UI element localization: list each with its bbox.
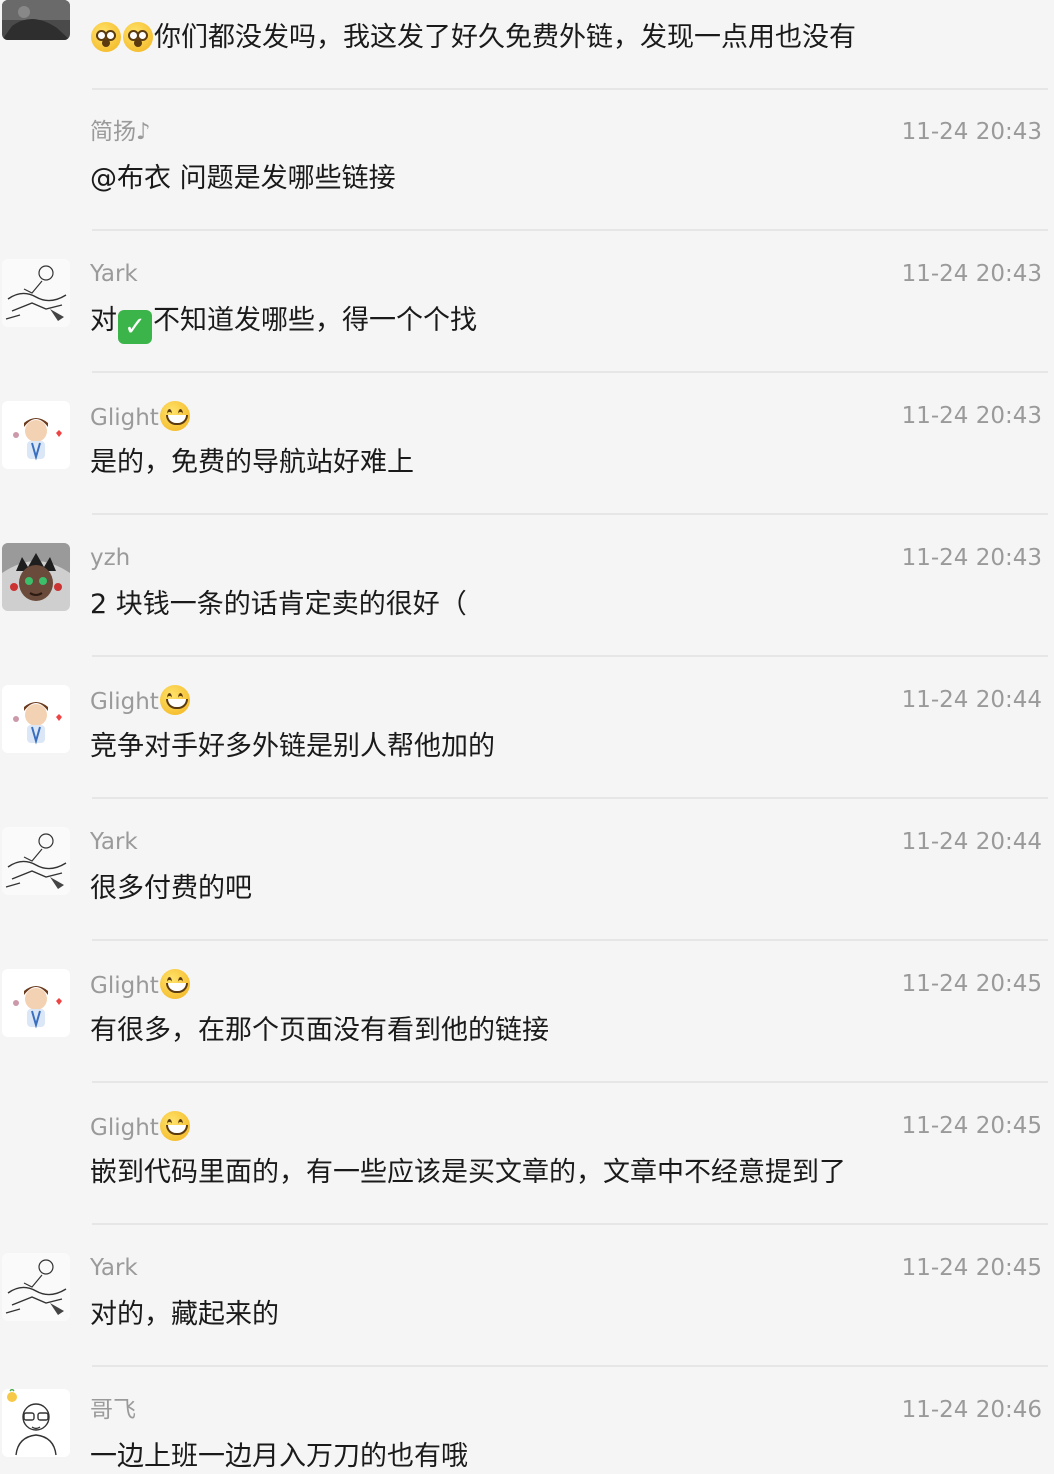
message-text: 对 ✓ 不知道发哪些，得一个个找 <box>90 305 477 344</box>
avatar[interactable] <box>2 827 70 895</box>
divider <box>92 371 1048 373</box>
grinning-face-icon <box>159 1111 190 1141</box>
avatar[interactable] <box>2 259 70 327</box>
sender-name[interactable]: Yark <box>90 1253 138 1283</box>
chat-message-list[interactable]: 你们都没发吗，我这发了好久免费外链，发现一点用也没有 简扬♪ 11-24 20:… <box>0 0 1054 1474</box>
message-time: 11-24 20:44 <box>901 829 1042 855</box>
message-text: 嵌到代码里面的，有一些应该是买文章的，文章中不经意提到了 <box>90 1157 846 1188</box>
sender-name[interactable]: Yark <box>90 259 138 289</box>
message-text: @布衣 问题是发哪些链接 <box>90 163 396 194</box>
sender-name[interactable]: 哥飞 <box>90 1395 136 1425</box>
message-text: 一边上班一边月入万刀的也有哦 <box>90 1441 468 1472</box>
avatar[interactable] <box>2 1253 70 1321</box>
chat-message: Glight 11-24 20:45 有很多，在那个页面没有看到他的链接 <box>0 969 1054 1111</box>
message-time: 11-24 20:45 <box>901 971 1042 997</box>
divider <box>92 1223 1048 1225</box>
message-time: 11-24 20:45 <box>901 1255 1042 1281</box>
divider <box>92 1365 1048 1367</box>
divider <box>92 939 1048 941</box>
sender-name[interactable]: 简扬♪ <box>90 117 151 147</box>
grinning-face-icon <box>159 401 190 431</box>
divider <box>92 513 1048 515</box>
grinning-face-icon <box>159 685 190 715</box>
message-time: 11-24 20:45 <box>901 1113 1042 1139</box>
sender-name[interactable]: Yark <box>90 827 138 857</box>
avatar[interactable] <box>2 543 70 611</box>
chat-message: Glight 11-24 20:43 是的，免费的导航站好难上 <box>0 401 1054 543</box>
avatar[interactable] <box>2 401 70 469</box>
chat-message: Yark 11-24 20:43 对 ✓ 不知道发哪些，得一个个找 <box>0 259 1054 401</box>
chat-message: 简扬♪ 11-24 20:43 @布衣 问题是发哪些链接 <box>0 117 1054 259</box>
message-time: 11-24 20:44 <box>901 687 1042 713</box>
chat-message: Glight 11-24 20:44 竞争对手好多外链是别人帮他加的 <box>0 685 1054 827</box>
message-text: 竞争对手好多外链是别人帮他加的 <box>90 731 495 762</box>
sender-name[interactable]: Glight <box>90 685 191 717</box>
divider <box>92 229 1048 231</box>
message-text: 很多付费的吧 <box>90 873 252 904</box>
message-text: 你们都没发吗，我这发了好久免费外链，发现一点用也没有 <box>90 20 856 56</box>
divider <box>92 1081 1048 1083</box>
avatar[interactable] <box>2 685 70 753</box>
avatar[interactable] <box>2 0 70 40</box>
sender-name[interactable]: Glight <box>90 401 191 433</box>
message-time: 11-24 20:43 <box>901 403 1042 429</box>
dizzy-face-icon <box>91 22 121 52</box>
message-text: 是的，免费的导航站好难上 <box>90 447 414 478</box>
chat-message: 你们都没发吗，我这发了好久免费外链，发现一点用也没有 <box>0 0 1054 58</box>
sender-name[interactable]: yzh <box>90 543 130 573</box>
check-mark-button-icon: ✓ <box>118 310 152 344</box>
message-text: 有很多，在那个页面没有看到他的链接 <box>90 1015 549 1046</box>
divider <box>92 797 1048 799</box>
chat-message: Glight 11-24 20:45 嵌到代码里面的，有一些应该是买文章的，文章… <box>0 1111 1054 1253</box>
chat-message: 哥飞 11-24 20:46 一边上班一边月入万刀的也有哦 <box>0 1389 1054 1474</box>
message-time: 11-24 20:43 <box>901 119 1042 145</box>
message-time: 11-24 20:43 <box>901 545 1042 571</box>
divider <box>92 88 1048 90</box>
chat-message: Yark 11-24 20:45 对的，藏起来的 <box>0 1253 1054 1395</box>
message-text: 2 块钱一条的话肯定卖的很好（ <box>90 589 467 620</box>
avatar[interactable] <box>2 1389 70 1457</box>
message-text: 对的，藏起来的 <box>90 1299 279 1330</box>
chat-message: Yark 11-24 20:44 很多付费的吧 <box>0 827 1054 969</box>
message-time: 11-24 20:43 <box>901 261 1042 287</box>
sender-name[interactable]: Glight <box>90 969 191 1001</box>
avatar[interactable] <box>2 969 70 1037</box>
grinning-face-icon <box>159 969 190 999</box>
message-time: 11-24 20:46 <box>901 1397 1042 1423</box>
chat-message: yzh 11-24 20:43 2 块钱一条的话肯定卖的很好（ <box>0 543 1054 685</box>
divider <box>92 655 1048 657</box>
sender-name[interactable]: Glight <box>90 1111 191 1143</box>
dizzy-face-icon <box>123 22 153 52</box>
